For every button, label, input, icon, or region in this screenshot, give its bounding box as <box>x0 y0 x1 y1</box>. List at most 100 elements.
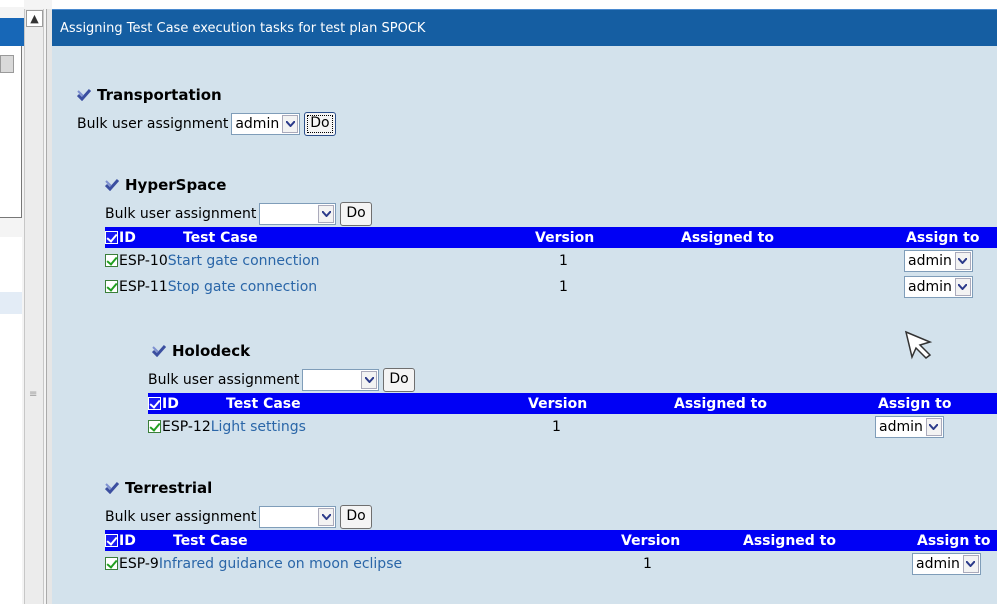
test-case-id: ESP-12 <box>162 419 211 435</box>
select-all-checkbox[interactable] <box>148 396 161 410</box>
check-all-icon[interactable] <box>152 345 166 357</box>
header-assigned-to: Assigned to <box>654 393 844 414</box>
chevron-down-icon[interactable] <box>318 205 335 223</box>
section-title-text: Holodeck <box>172 342 251 360</box>
bulk-assignment-row: Bulk user assignment Do <box>105 201 997 227</box>
test-case-link[interactable]: Light settings <box>211 419 306 435</box>
test-case-id: ESP-10 <box>119 253 168 269</box>
left-frame-selected-node[interactable] <box>0 292 22 314</box>
bulk-user-select[interactable] <box>259 203 337 225</box>
section-title-text: Transportation <box>97 86 222 104</box>
table-row: ESP-9Infrared guidance on moon eclipse 1… <box>105 551 997 577</box>
header-test-case: Test Case <box>226 393 516 414</box>
section-title: HyperSpace <box>105 175 997 195</box>
bulk-assignment-label: Bulk user assignment <box>77 116 229 132</box>
chevron-down-icon[interactable] <box>318 508 335 526</box>
test-case-table: ID Test Case Version Assigned to Assign … <box>105 530 997 577</box>
section-title: Holodeck <box>152 341 997 361</box>
bulk-assignment-row: Bulk user assignment Do <box>105 504 997 530</box>
bulk-assignment-row: Bulk user assignment Do <box>148 367 997 393</box>
chevron-down-icon[interactable] <box>954 252 971 270</box>
chevron-down-icon[interactable] <box>962 555 979 573</box>
row-checkbox[interactable] <box>105 557 118 570</box>
version-cell: 1 <box>643 556 652 572</box>
table-row: ESP-12Light settings 1 admin <box>148 414 997 440</box>
version-cell: 1 <box>559 279 568 295</box>
bulk-user-select[interactable] <box>302 369 380 391</box>
bulk-assignment-row: Bulk user assignment admin Do <box>77 111 577 137</box>
check-all-icon[interactable] <box>77 89 91 101</box>
main-frame: Assigning Test Case execution tasks for … <box>52 9 997 604</box>
section-holodeck: Holodeck Bulk user assignment Do ID Test… <box>148 341 997 440</box>
assign-user-select-value: admin <box>879 419 923 435</box>
assigned-to-cell <box>729 551 889 577</box>
chevron-down-icon[interactable] <box>282 115 299 133</box>
header-test-case: Test Case <box>183 227 523 248</box>
left-frame-scrollbar[interactable]: ▲ ≡ <box>24 9 44 604</box>
assign-user-select[interactable]: admin <box>912 553 981 575</box>
select-all-header[interactable]: ID <box>148 393 226 414</box>
select-all-header[interactable]: ID <box>105 227 183 248</box>
header-version: Version <box>516 393 654 414</box>
bulk-user-select-value: admin <box>235 116 280 132</box>
bulk-assignment-label: Bulk user assignment <box>105 206 257 222</box>
test-case-cell: ESP-11Stop gate connection <box>105 274 523 300</box>
section-title-text: Terrestrial <box>125 479 213 497</box>
left-frame-header <box>0 18 24 46</box>
test-case-link[interactable]: Stop gate connection <box>168 279 317 295</box>
table-header-row: ID Test Case Version Assigned to Assign … <box>148 393 997 414</box>
check-all-icon[interactable] <box>105 482 119 494</box>
test-case-id: ESP-9 <box>119 556 159 572</box>
left-frame-top <box>0 0 24 7</box>
assign-user-select-value: admin <box>916 556 960 572</box>
row-checkbox[interactable] <box>105 254 118 267</box>
left-frame-control[interactable] <box>0 55 14 73</box>
chevron-down-icon[interactable] <box>361 371 378 389</box>
section-transportation: Transportation Bulk user assignment admi… <box>77 85 577 137</box>
bulk-assignment-label: Bulk user assignment <box>148 372 300 388</box>
section-title: Transportation <box>77 85 577 105</box>
select-all-checkbox[interactable] <box>105 533 118 547</box>
bulk-user-select[interactable]: admin <box>231 113 301 135</box>
header-assign-to: Assign to <box>844 393 997 414</box>
section-title-text: HyperSpace <box>125 176 227 194</box>
table-row: ESP-11Stop gate connection 1 admin <box>105 274 997 300</box>
header-id: ID <box>119 229 136 246</box>
header-assign-to: Assign to <box>889 530 997 551</box>
test-case-link[interactable]: Infrared guidance on moon eclipse <box>159 556 402 572</box>
select-all-header[interactable]: ID <box>105 530 173 551</box>
assigned-to-cell <box>661 274 851 300</box>
do-button[interactable]: Do <box>383 368 415 392</box>
assign-user-select[interactable]: admin <box>875 416 944 438</box>
do-button[interactable]: Do <box>340 202 372 226</box>
chevron-down-icon[interactable] <box>925 418 942 436</box>
header-version: Version <box>523 227 661 248</box>
page-title: Assigning Test Case execution tasks for … <box>52 9 997 46</box>
row-checkbox[interactable] <box>105 280 118 293</box>
select-all-checkbox[interactable] <box>105 230 118 244</box>
assign-user-select-value: admin <box>908 279 952 295</box>
test-case-cell: ESP-10Start gate connection <box>105 248 523 274</box>
header-version: Version <box>621 530 729 551</box>
table-row: ESP-10Start gate connection 1 admin <box>105 248 997 274</box>
scroll-grip-icon[interactable]: ≡ <box>29 389 39 400</box>
do-button[interactable]: Do <box>340 505 372 529</box>
do-button[interactable]: Do <box>304 112 336 136</box>
assigned-to-cell <box>661 248 851 274</box>
row-checkbox[interactable] <box>148 420 161 433</box>
section-terrestrial: Terrestrial Bulk user assignment Do ID T… <box>105 478 997 577</box>
header-assigned-to: Assigned to <box>729 530 889 551</box>
assign-user-select[interactable]: admin <box>904 250 973 272</box>
assign-user-select[interactable]: admin <box>904 276 973 298</box>
chevron-down-icon[interactable] <box>954 278 971 296</box>
check-all-icon[interactable] <box>105 179 119 191</box>
scroll-up-arrow-icon[interactable]: ▲ <box>26 10 43 27</box>
header-assign-to: Assign to <box>851 227 997 248</box>
test-case-id: ESP-11 <box>119 279 168 295</box>
test-case-table: ID Test Case Version Assigned to Assign … <box>105 227 997 300</box>
mouse-cursor-icon <box>904 330 933 360</box>
version-cell: 1 <box>559 253 568 269</box>
bulk-user-select[interactable] <box>259 506 337 528</box>
test-case-table: ID Test Case Version Assigned to Assign … <box>148 393 997 440</box>
test-case-link[interactable]: Start gate connection <box>168 253 320 269</box>
